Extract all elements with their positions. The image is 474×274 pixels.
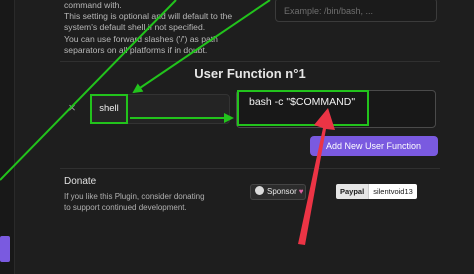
left-sidebar xyxy=(0,0,15,274)
shell-path-input[interactable] xyxy=(275,0,437,22)
paypal-user: silentvoid13 xyxy=(368,184,417,199)
settings-window: command with. This setting is optional a… xyxy=(0,0,474,274)
sponsor-label: Sponsor xyxy=(267,187,297,196)
description-line: This setting is optional and will defaul… xyxy=(64,11,233,22)
donate-text-line: to support continued development. xyxy=(64,202,187,212)
donate-text-line: If you like this Plugin, consider donati… xyxy=(64,192,205,201)
add-user-function-button[interactable]: Add New User Function xyxy=(310,136,438,156)
description-line: You can use forward slashes ('/') as pat… xyxy=(64,33,218,44)
sidebar-active-indicator[interactable] xyxy=(0,236,10,262)
donate-title: Donate xyxy=(64,176,97,187)
section-divider xyxy=(60,61,440,62)
section-divider xyxy=(60,168,440,169)
donate-description: If you like this Plugin, consider donati… xyxy=(64,192,244,213)
heart-icon: ♥ xyxy=(298,187,304,196)
description-line: command with. xyxy=(64,0,122,10)
github-icon xyxy=(255,186,264,195)
paypal-badge[interactable]: Paypal silentvoid13 xyxy=(336,184,417,199)
description-line: separators on all platforms if in doubt. xyxy=(64,44,208,55)
user-function-title: User Function n°1 xyxy=(194,66,306,81)
shell-setting-description: command with. This setting is optional a… xyxy=(64,0,264,56)
description-line: system's default shell if not specified. xyxy=(64,22,206,33)
function-name-value[interactable]: shell xyxy=(90,94,128,124)
red-arrow-icon xyxy=(298,108,335,245)
github-sponsor-button[interactable]: Sponsor ♥ xyxy=(250,184,306,200)
paypal-label: Paypal xyxy=(336,184,369,199)
function-command-value[interactable]: bash -c "$COMMAND" xyxy=(237,90,369,126)
remove-function-button[interactable]: × xyxy=(64,100,80,116)
